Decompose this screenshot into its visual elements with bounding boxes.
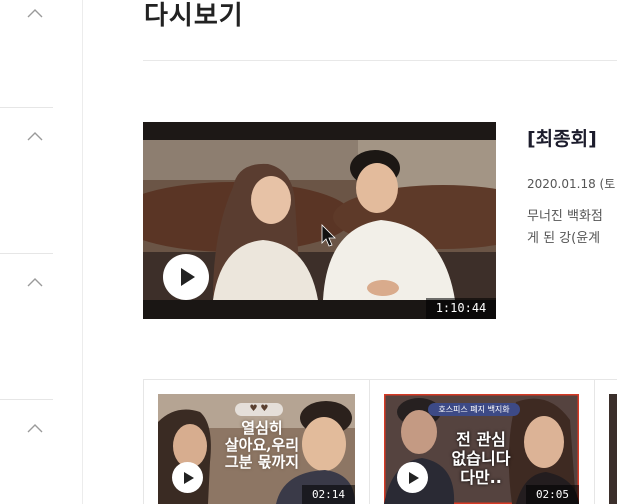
clip-thumbnail[interactable]: 호스피스 폐지 백지화 전 관심 없습니다 다만.. 02:05 bbox=[384, 394, 579, 504]
clip-badge: ♥ ♥ bbox=[235, 403, 283, 416]
clip-badge: 호스피스 폐지 백지화 bbox=[428, 403, 520, 416]
clip-thumbnail[interactable]: ♥ ♥ 열심히 살아요,우리 그분 몫까지 02:14 bbox=[158, 394, 355, 504]
caption-line: 전 관심 bbox=[456, 430, 506, 449]
play-icon bbox=[184, 471, 194, 484]
play-button[interactable] bbox=[163, 254, 209, 300]
play-button[interactable] bbox=[397, 462, 428, 493]
sidebar-divider bbox=[0, 107, 53, 108]
episode-title[interactable]: [최종회] bbox=[527, 124, 597, 151]
episode-date: 2020.01.18 (토 bbox=[527, 177, 616, 191]
chevron-up-icon[interactable] bbox=[27, 423, 43, 433]
clip-thumbnail[interactable] bbox=[609, 394, 617, 504]
caption-line: 없습니다 bbox=[451, 449, 511, 468]
clip-duration: 02:14 bbox=[302, 485, 355, 504]
clip-row-divider bbox=[143, 379, 617, 380]
sidebar-divider bbox=[0, 399, 53, 400]
chevron-up-icon[interactable] bbox=[27, 131, 43, 141]
caption-line: 그분 몫까지 bbox=[224, 453, 300, 471]
video-duration: 1:10:44 bbox=[426, 298, 496, 319]
clip-divider bbox=[143, 379, 144, 504]
sidebar bbox=[0, 0, 83, 504]
clip-duration: 02:05 bbox=[526, 485, 579, 504]
episode-description-line: 게 된 강(윤계 bbox=[527, 231, 601, 246]
sidebar-divider bbox=[0, 253, 53, 254]
episode-description: 무너진 백화점 게 된 강(윤계 bbox=[527, 206, 603, 250]
play-icon bbox=[409, 471, 419, 484]
chevron-up-icon[interactable] bbox=[27, 8, 43, 18]
caption-line: 다만.. bbox=[460, 468, 502, 487]
caption-line: 열심히 bbox=[241, 419, 283, 437]
play-icon bbox=[181, 268, 195, 286]
chevron-up-icon[interactable] bbox=[27, 277, 43, 287]
clip-caption: 전 관심 없습니다 다만.. bbox=[436, 430, 526, 487]
episode-description-line: 무너진 백화점 bbox=[527, 209, 603, 224]
page-title: 다시보기 bbox=[144, 1, 244, 31]
featured-video-thumbnail[interactable]: 1:10:44 bbox=[143, 122, 496, 319]
clip-divider bbox=[369, 379, 370, 504]
clip-caption: 열심히 살아요,우리 그분 몫까지 bbox=[202, 420, 322, 471]
clip-divider bbox=[594, 379, 595, 504]
play-button[interactable] bbox=[172, 462, 203, 493]
title-divider bbox=[143, 60, 617, 61]
caption-line: 살아요,우리 bbox=[224, 436, 300, 454]
